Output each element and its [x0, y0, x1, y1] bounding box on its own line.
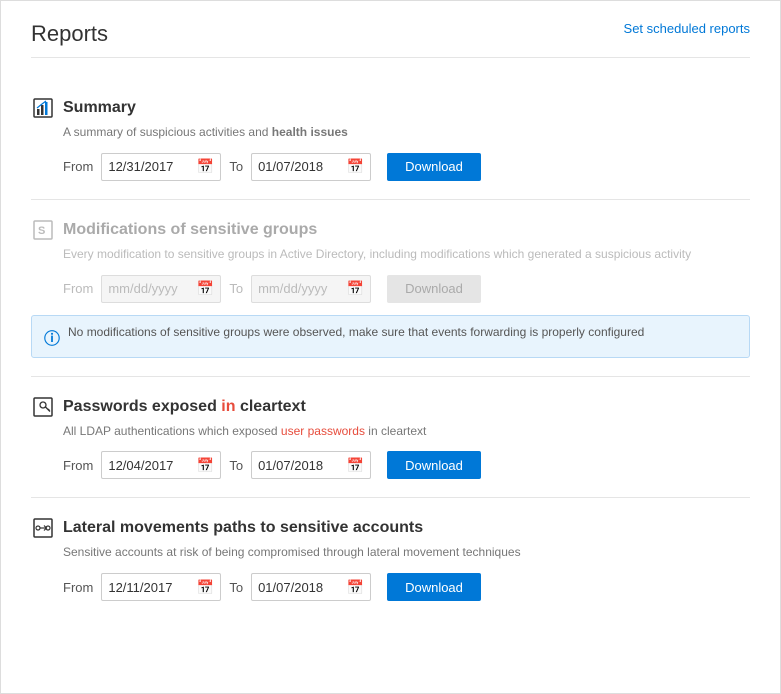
- report-summary: Summary A summary of suspicious activiti…: [31, 78, 750, 200]
- sensitive-groups-title: Modifications of sensitive groups: [63, 221, 317, 239]
- lateral-download-button[interactable]: Download: [387, 573, 481, 601]
- passwords-to-calendar-icon[interactable]: 📅: [347, 457, 364, 474]
- passwords-to-value: 01/07/2018: [258, 458, 347, 473]
- passwords-date-row: From 12/04/2017 📅 To 01/07/2018 📅 Downlo…: [63, 451, 750, 479]
- lateral-description: Sensitive accounts at risk of being comp…: [63, 544, 750, 561]
- lateral-to-input[interactable]: 01/07/2018 📅: [251, 573, 371, 601]
- info-icon: ⓘ: [44, 325, 60, 349]
- summary-description: A summary of suspicious activities and h…: [63, 124, 750, 141]
- summary-to-calendar-icon[interactable]: 📅: [347, 158, 364, 175]
- lateral-from-input[interactable]: 12/11/2017 📅: [101, 573, 221, 601]
- svg-text:S: S: [38, 225, 45, 237]
- report-summary-header: Summary: [31, 96, 750, 120]
- lateral-date-row: From 12/11/2017 📅 To 01/07/2018 📅 Downlo…: [63, 573, 750, 601]
- summary-icon: [31, 96, 55, 120]
- lateral-to-label: To: [229, 580, 243, 595]
- summary-download-button[interactable]: Download: [387, 153, 481, 181]
- summary-title: Summary: [63, 99, 136, 117]
- sensitive-groups-to-input: mm/dd/yyyy 📅: [251, 275, 371, 303]
- report-lateral-movements: Lateral movements paths to sensitive acc…: [31, 498, 750, 619]
- passwords-icon: [31, 395, 55, 419]
- sensitive-groups-icon: S: [31, 218, 55, 242]
- page-container: Reports Set scheduled reports Summary A …: [0, 0, 781, 694]
- sensitive-groups-to-calendar-icon: 📅: [347, 280, 364, 297]
- lateral-to-calendar-icon[interactable]: 📅: [347, 579, 364, 596]
- sensitive-groups-from-label: From: [63, 281, 93, 296]
- passwords-from-input[interactable]: 12/04/2017 📅: [101, 451, 221, 479]
- passwords-to-label: To: [229, 458, 243, 473]
- summary-from-input[interactable]: 12/31/2017 📅: [101, 153, 221, 181]
- report-sensitive-groups: S Modifications of sensitive groups Ever…: [31, 200, 750, 377]
- passwords-from-value: 12/04/2017: [108, 458, 197, 473]
- sensitive-groups-info-banner: ⓘ No modifications of sensitive groups w…: [31, 315, 750, 358]
- report-lateral-header: Lateral movements paths to sensitive acc…: [31, 516, 750, 540]
- lateral-icon: [31, 516, 55, 540]
- sensitive-groups-download-button: Download: [387, 275, 481, 303]
- lateral-from-label: From: [63, 580, 93, 595]
- passwords-title: Passwords exposed in cleartext: [63, 398, 306, 416]
- sensitive-groups-to-label: To: [229, 281, 243, 296]
- page-header: Reports Set scheduled reports: [31, 21, 750, 58]
- passwords-description: All LDAP authentications which exposed u…: [63, 423, 750, 440]
- sensitive-groups-to-placeholder: mm/dd/yyyy: [258, 281, 347, 296]
- summary-from-label: From: [63, 159, 93, 174]
- lateral-to-value: 01/07/2018: [258, 580, 347, 595]
- report-passwords-header: Passwords exposed in cleartext: [31, 395, 750, 419]
- sensitive-groups-from-input: mm/dd/yyyy 📅: [101, 275, 221, 303]
- sensitive-groups-date-row: From mm/dd/yyyy 📅 To mm/dd/yyyy 📅 Downlo…: [63, 275, 750, 303]
- lateral-from-value: 12/11/2017: [108, 580, 197, 595]
- summary-from-value: 12/31/2017: [108, 159, 197, 174]
- report-passwords-cleartext: Passwords exposed in cleartext All LDAP …: [31, 377, 750, 499]
- set-scheduled-reports-link[interactable]: Set scheduled reports: [624, 21, 750, 36]
- sensitive-groups-description: Every modification to sensitive groups i…: [63, 246, 750, 263]
- lateral-title: Lateral movements paths to sensitive acc…: [63, 519, 423, 537]
- summary-to-input[interactable]: 01/07/2018 📅: [251, 153, 371, 181]
- sensitive-groups-from-calendar-icon: 📅: [197, 280, 214, 297]
- lateral-from-calendar-icon[interactable]: 📅: [197, 579, 214, 596]
- passwords-to-input[interactable]: 01/07/2018 📅: [251, 451, 371, 479]
- report-sensitive-groups-header: S Modifications of sensitive groups: [31, 218, 750, 242]
- passwords-download-button[interactable]: Download: [387, 451, 481, 479]
- summary-from-calendar-icon[interactable]: 📅: [197, 158, 214, 175]
- passwords-from-calendar-icon[interactable]: 📅: [197, 457, 214, 474]
- summary-date-row: From 12/31/2017 📅 To 01/07/2018 📅 Downlo…: [63, 153, 750, 181]
- sensitive-groups-from-placeholder: mm/dd/yyyy: [108, 281, 197, 296]
- summary-to-label: To: [229, 159, 243, 174]
- passwords-from-label: From: [63, 458, 93, 473]
- summary-to-value: 01/07/2018: [258, 159, 347, 174]
- page-title: Reports: [31, 21, 108, 47]
- sensitive-groups-info-text: No modifications of sensitive groups wer…: [68, 324, 644, 341]
